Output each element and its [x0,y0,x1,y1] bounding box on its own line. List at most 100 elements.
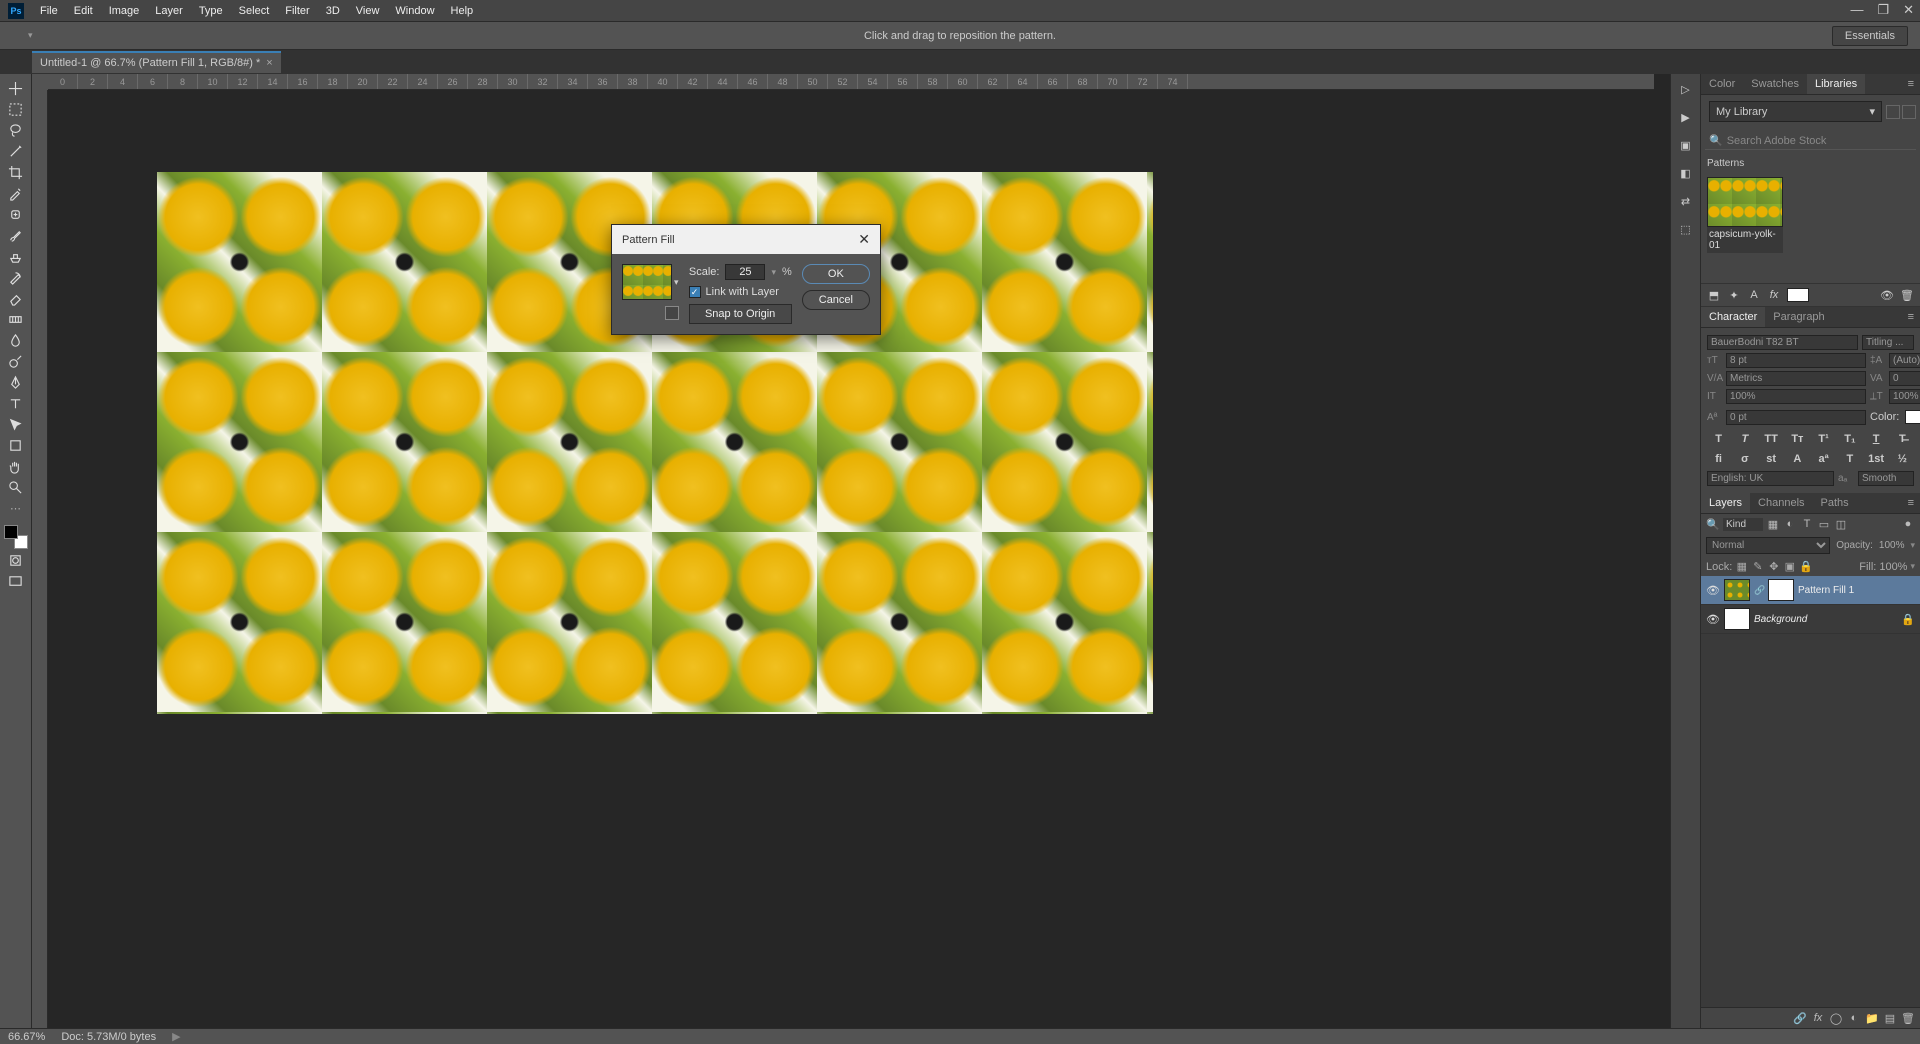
visibility-icon[interactable]: 👁 [1880,288,1894,302]
fractions-button[interactable]: 1st [1865,451,1888,467]
allcaps-button[interactable]: TT [1760,431,1783,447]
lock-all-icon[interactable]: 🔒 [1799,560,1812,573]
dialog-titlebar[interactable]: Pattern Fill ✕ [612,225,880,254]
snap-to-pixel-icon[interactable] [665,306,679,320]
char-panel-menu-icon[interactable]: ≡ [1902,307,1920,327]
layer-thumbnail[interactable] [1724,608,1750,630]
layer-group-icon[interactable]: 📁 [1865,1011,1879,1025]
menu-layer[interactable]: Layer [147,1,191,21]
baseline-input[interactable] [1726,410,1866,425]
lock-position-icon[interactable]: ✥ [1767,560,1780,573]
font-style-input[interactable] [1862,335,1914,350]
zoom-level[interactable]: 66.67% [8,1031,45,1043]
language-selector[interactable] [1707,471,1834,486]
stylistic-button[interactable]: T [1838,451,1861,467]
pattern-picker-swatch[interactable] [622,264,672,300]
crop-tool[interactable] [4,162,28,182]
vscale-input[interactable] [1726,389,1866,404]
adjustments-panel-icon[interactable]: ◧ [1677,164,1695,182]
eyedropper-tool[interactable] [4,183,28,203]
foreground-color-swatch[interactable] [4,525,18,539]
layer-row-pattern-fill[interactable]: 👁 🔗 Pattern Fill 1 [1701,576,1920,605]
tab-layers[interactable]: Layers [1701,493,1750,513]
font-family-input[interactable] [1707,335,1858,350]
filter-shape-icon[interactable]: ▭ [1817,517,1831,531]
kerning-input[interactable] [1726,371,1866,386]
blur-tool[interactable] [4,330,28,350]
tab-channels[interactable]: Channels [1750,493,1812,513]
status-menu-icon[interactable]: ▶ [172,1030,180,1043]
panel-menu-icon[interactable]: ≡ [1902,74,1920,94]
strikethrough-button[interactable]: T̶ [1891,431,1914,447]
menu-edit[interactable]: Edit [66,1,101,21]
discretionary-button[interactable]: ½ [1891,451,1914,467]
search-stock[interactable]: 🔍 Search Adobe Stock [1705,132,1916,150]
library-selector[interactable]: My Library ▾ [1709,101,1882,122]
bold-button[interactable]: T [1707,431,1730,447]
move-tool-icon[interactable] [8,27,26,45]
layer-visibility-icon[interactable]: 👁 [1706,613,1720,626]
layer-filter-kind[interactable] [1723,518,1763,531]
list-view-icon[interactable] [1902,105,1916,119]
blend-mode-selector[interactable]: Normal [1706,537,1830,554]
layer-mask-icon[interactable]: ◯ [1829,1011,1843,1025]
document-tab[interactable]: Untitled-1 @ 66.7% (Pattern Fill 1, RGB/… [32,51,281,73]
opacity-value[interactable]: 100% [1879,540,1905,551]
layer-thumbnail[interactable] [1724,579,1750,601]
tracking-input[interactable] [1889,371,1920,386]
filter-pixel-icon[interactable]: ▦ [1766,517,1780,531]
zoom-tool[interactable] [4,477,28,497]
add-layerstyle-icon[interactable]: fx [1767,288,1781,302]
maximize-icon[interactable]: ❐ [1877,2,1889,18]
add-parastyle-icon[interactable]: A [1747,288,1761,302]
lasso-tool[interactable] [4,120,28,140]
add-graphic-icon[interactable]: ⬒ [1707,288,1721,302]
layer-visibility-icon[interactable]: 👁 [1706,584,1720,597]
menu-select[interactable]: Select [231,1,278,21]
tab-libraries[interactable]: Libraries [1807,74,1865,94]
menu-help[interactable]: Help [443,1,482,21]
text-color-swatch[interactable] [1905,410,1920,424]
ok-button[interactable]: OK [802,264,870,284]
close-document-icon[interactable]: × [266,57,272,69]
dodge-tool[interactable] [4,351,28,371]
menu-window[interactable]: Window [387,1,442,21]
titling-button[interactable]: A [1786,451,1809,467]
menu-file[interactable]: File [32,1,66,21]
menu-image[interactable]: Image [101,1,148,21]
magic-wand-tool[interactable] [4,141,28,161]
link-layers-icon[interactable]: 🔗 [1793,1011,1807,1025]
gradient-tool[interactable] [4,309,28,329]
lock-transparency-icon[interactable]: ▦ [1735,560,1748,573]
tab-color[interactable]: Color [1701,74,1743,94]
lock-pixels-icon[interactable]: ✎ [1751,560,1764,573]
menu-type[interactable]: Type [191,1,231,21]
pen-tool[interactable] [4,372,28,392]
filter-adjust-icon[interactable]: ◐ [1783,517,1797,531]
lock-artboard-icon[interactable]: ▣ [1783,560,1796,573]
minimize-icon[interactable]: — [1850,2,1863,18]
antialiasing-selector[interactable] [1858,471,1914,486]
add-color-swatch[interactable] [1787,288,1809,302]
history-panel-icon[interactable]: ▷ [1677,80,1695,98]
edit-toolbar[interactable]: ⋯ [4,498,28,518]
filter-toggle[interactable]: ● [1901,517,1915,531]
font-size-input[interactable] [1726,353,1866,368]
filter-type-icon[interactable]: T [1800,517,1814,531]
close-icon[interactable]: ✕ [1903,2,1914,18]
leading-input[interactable] [1889,353,1920,368]
ordinals-button[interactable]: aª [1812,451,1835,467]
move-tool[interactable] [4,78,28,98]
grid-view-icon[interactable] [1886,105,1900,119]
cancel-button[interactable]: Cancel [802,290,870,310]
snap-to-origin-button[interactable]: Snap to Origin [689,304,792,324]
tab-swatches[interactable]: Swatches [1743,74,1807,94]
layer-mask-thumbnail[interactable] [1768,579,1794,601]
actions-panel-icon[interactable]: ▶ [1677,108,1695,126]
delete-layer-icon[interactable]: 🗑 [1901,1011,1915,1025]
add-charstyle-icon[interactable]: ✦ [1727,288,1741,302]
hand-tool[interactable] [4,456,28,476]
fill-value[interactable]: 100% [1879,561,1907,573]
contextual-button[interactable]: σ [1733,451,1756,467]
filter-smart-icon[interactable]: ◫ [1834,517,1848,531]
